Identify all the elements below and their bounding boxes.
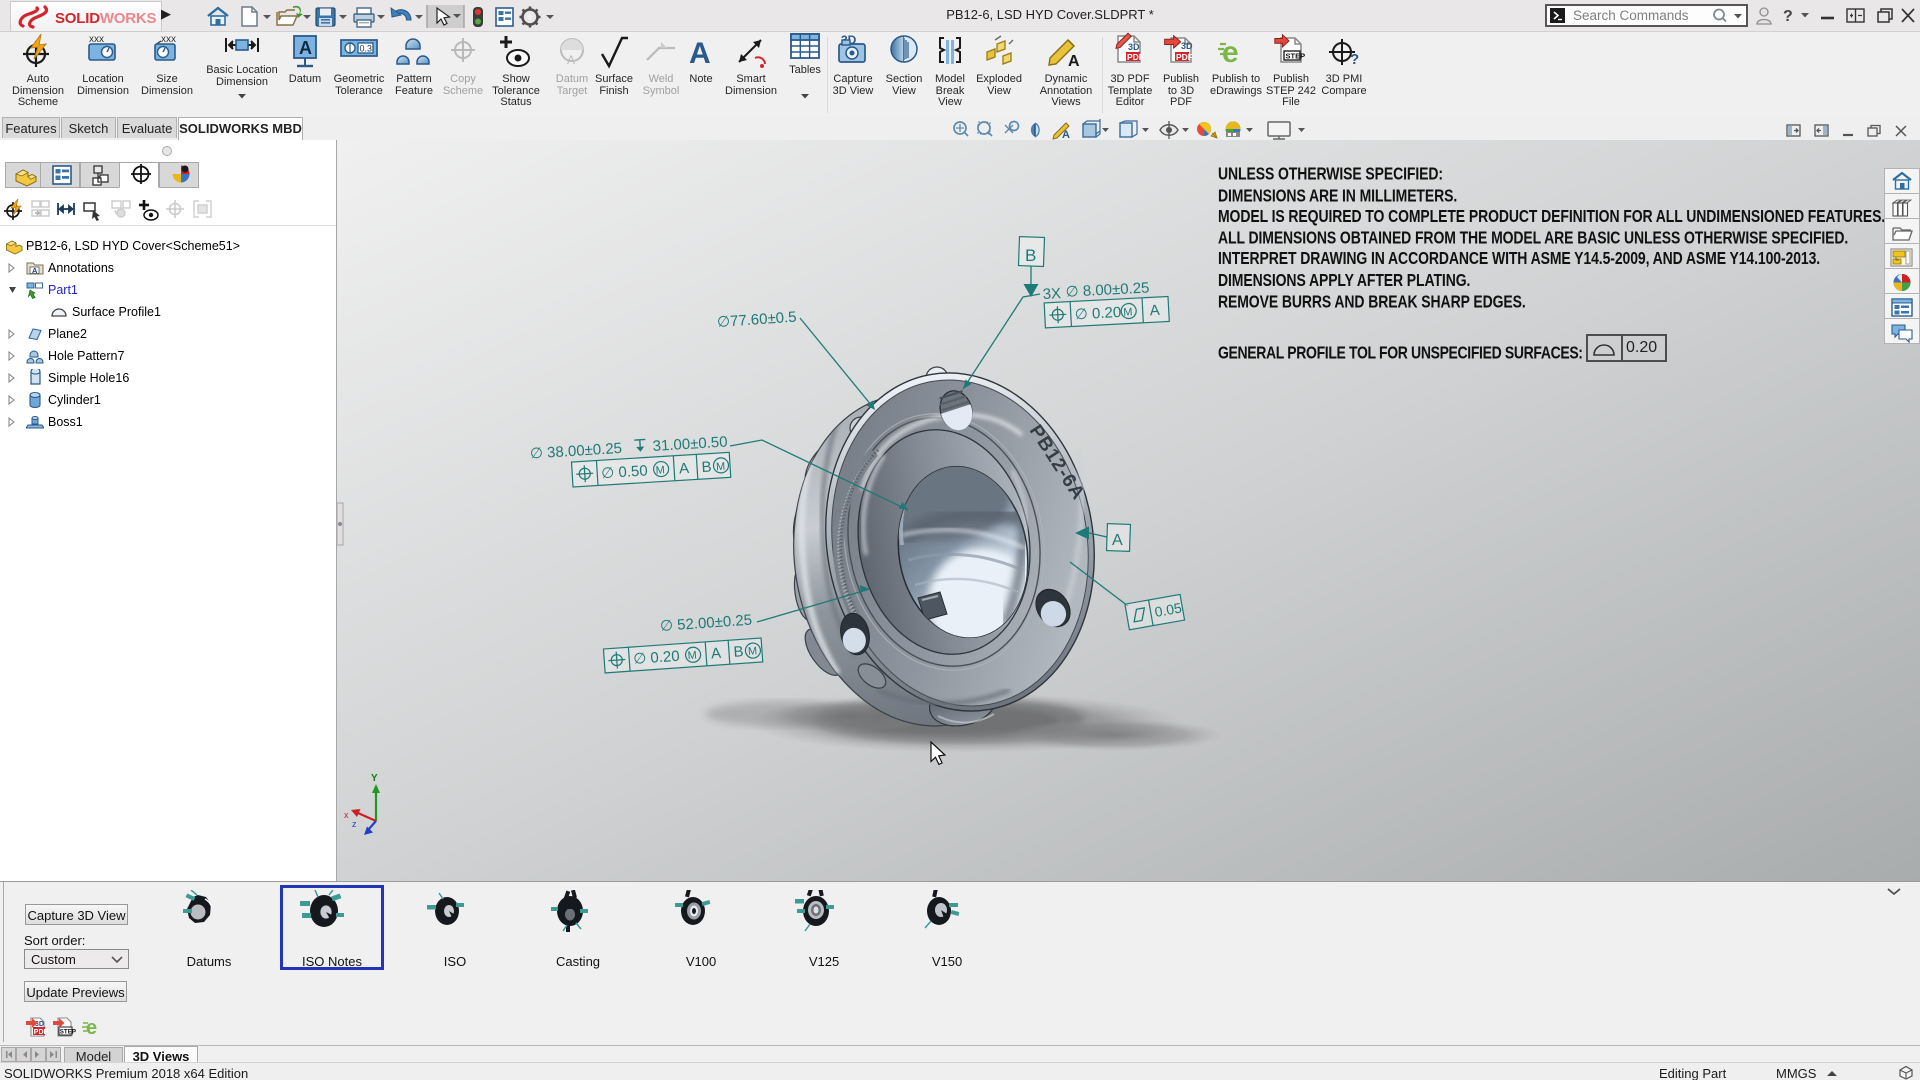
svg-text:B: B [701, 458, 712, 476]
svg-text:A: A [1149, 302, 1160, 320]
svg-text:M: M [1123, 306, 1133, 318]
svg-text:Y: Y [371, 773, 378, 784]
svg-text:z: z [352, 819, 357, 829]
svg-text:A: A [1112, 532, 1123, 549]
svg-text:A: A [679, 460, 690, 478]
svg-text:?: ? [1783, 8, 1793, 25]
svg-text:∅ 0.20: ∅ 0.20 [1074, 304, 1121, 323]
svg-text:STEP: STEP [60, 1029, 76, 1036]
svg-text:∅ 52.00±0.25: ∅ 52.00±0.25 [659, 612, 752, 635]
svg-text:∅ 38.00±0.25: ∅ 38.00±0.25 [529, 440, 622, 463]
svg-text:3X: 3X [1042, 285, 1061, 303]
svg-text:A: A [689, 37, 711, 70]
svg-text:x: x [344, 810, 349, 820]
svg-text:A: A [1068, 53, 1080, 70]
svg-text:B: B [1025, 246, 1036, 265]
svg-text:M: M [716, 461, 726, 474]
svg-text:0.3: 0.3 [360, 44, 373, 54]
svg-text:M: M [655, 464, 665, 477]
svg-text:B: B [733, 643, 744, 661]
svg-text:?: ? [1350, 51, 1359, 68]
svg-text:PDF: PDF [1176, 52, 1193, 62]
svg-text:e: e [1222, 36, 1239, 69]
svg-text:A: A [299, 38, 312, 58]
svg-text:M: M [687, 650, 697, 663]
svg-text:∅ 0.20: ∅ 0.20 [633, 648, 681, 668]
svg-text:A: A [1062, 129, 1070, 140]
svg-text:∅ 0.50: ∅ 0.50 [601, 462, 648, 482]
svg-text:PDF: PDF [34, 1029, 49, 1036]
svg-text:e: e [86, 1017, 97, 1039]
svg-text:∅77.60±0.5: ∅77.60±0.5 [716, 309, 797, 332]
svg-text:A: A [32, 266, 38, 275]
svg-text:3D: 3D [1181, 41, 1193, 51]
svg-text:A: A [710, 645, 721, 663]
svg-text:31.00±0.50: 31.00±0.50 [652, 433, 728, 455]
svg-text:M: M [748, 645, 758, 658]
